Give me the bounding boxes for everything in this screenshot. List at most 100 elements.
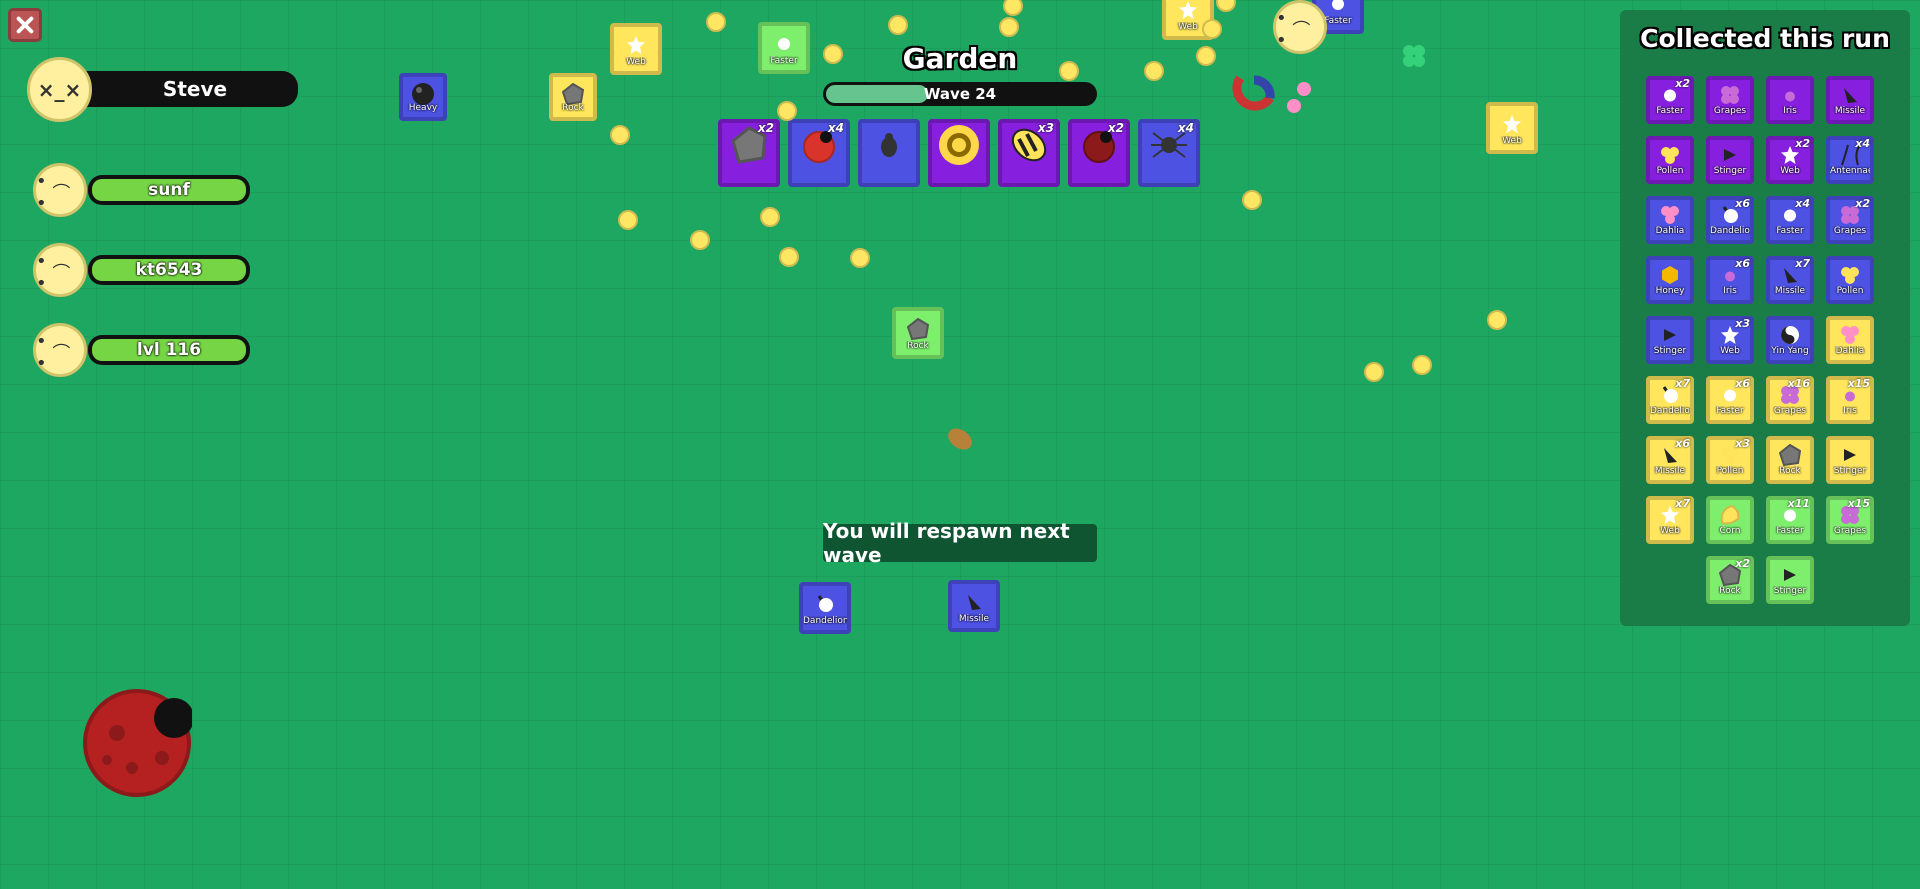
collected-item-missile[interactable]: Missile x7 <box>1766 256 1814 304</box>
collected-item-pollen[interactable]: Pollen <box>1646 136 1694 184</box>
exit-button[interactable] <box>8 8 42 42</box>
collected-item-label: Faster <box>1716 406 1744 416</box>
coin-drop <box>618 210 638 230</box>
collected-item-faster[interactable]: Faster x11 <box>1766 496 1814 544</box>
field-drop-rock[interactable]: Rock <box>549 73 597 121</box>
coin-drop <box>888 15 908 35</box>
collected-item-label: Dahlia <box>1655 226 1685 236</box>
wave-mob-rock: x2 <box>718 119 780 187</box>
collected-item-label: Iris <box>1783 106 1797 116</box>
collected-item-stinger[interactable]: Stinger <box>1826 436 1874 484</box>
stinger-icon <box>1662 327 1678 347</box>
collected-item-dandelion[interactable]: Dandelion x6 <box>1706 196 1754 244</box>
collected-item-label: Faster <box>1776 526 1804 536</box>
collected-item-iris[interactable]: Iris x6 <box>1706 256 1754 304</box>
field-drop-web[interactable]: Web <box>610 23 662 75</box>
collected-item-grapes[interactable]: Grapes <box>1706 76 1754 124</box>
collected-item-count: x6 <box>1735 197 1750 210</box>
collected-item-faster[interactable]: Faster x4 <box>1766 196 1814 244</box>
field-drop-rock[interactable]: Rock <box>892 307 944 359</box>
coin-drop <box>1216 0 1236 12</box>
collected-item-label: Yin Yang <box>1771 346 1809 356</box>
collected-item-dahlia[interactable]: Dahlia <box>1826 316 1874 364</box>
collected-item-label: Stinger <box>1653 346 1687 356</box>
iris-icon <box>1724 267 1736 286</box>
collected-item-label: Antennae <box>1830 166 1870 176</box>
collected-item-antennae[interactable]: Antennae x4 <box>1826 136 1874 184</box>
collected-item-faster[interactable]: Faster x2 <box>1646 76 1694 124</box>
teammate-flower: • ︵ • <box>1273 0 1327 54</box>
collected-item-web[interactable]: Web x7 <box>1646 496 1694 544</box>
collected-item-honey[interactable]: Honey <box>1646 256 1694 304</box>
collected-item-label: Pollen <box>1656 166 1684 176</box>
collected-item-label: Stinger <box>1833 466 1867 476</box>
sunflower-icon <box>937 123 981 171</box>
collected-item-label: Iris <box>1843 406 1857 416</box>
field-drop-heavy[interactable]: Heavy <box>399 73 447 121</box>
collected-item-pollen[interactable]: Pollen x3 <box>1706 436 1754 484</box>
squad-member-3-avatar: • ︵ • <box>33 323 87 377</box>
collected-item-count: x7 <box>1795 257 1810 270</box>
collected-item-label: Web <box>1780 166 1800 176</box>
collected-item-grapes[interactable]: Grapes x16 <box>1766 376 1814 424</box>
collected-item-iris[interactable]: Iris x15 <box>1826 376 1874 424</box>
coin-drop <box>1487 310 1507 330</box>
coin-drop <box>777 101 797 121</box>
squad-member-1-name: sunf <box>92 179 246 201</box>
wave-label: Wave 24 <box>923 85 997 103</box>
field-drop-dandelion[interactable]: Dandelion <box>799 582 851 634</box>
collected-item-rock[interactable]: Rock <box>1766 436 1814 484</box>
collected-item-dahlia[interactable]: Dahlia <box>1646 196 1694 244</box>
coin-drop <box>1144 61 1164 81</box>
web-icon <box>627 36 645 55</box>
ladybug-mob <box>83 689 192 797</box>
coin-drop <box>706 12 726 32</box>
collected-item-stinger[interactable]: Stinger <box>1706 136 1754 184</box>
squad-member-1-avatar: • ︵ • <box>33 163 87 217</box>
collected-item-grapes[interactable]: Grapes x2 <box>1826 196 1874 244</box>
collected-item-web[interactable]: Web x3 <box>1706 316 1754 364</box>
collected-item-stinger[interactable]: Stinger <box>1766 556 1814 604</box>
collected-item-count: x2 <box>1735 557 1750 570</box>
coin-drop <box>1242 190 1262 210</box>
collected-item-count: x11 <box>1787 497 1810 510</box>
coin-drop <box>690 230 710 250</box>
faster-icon <box>1663 87 1677 106</box>
collected-item-label: Rock <box>1719 586 1741 596</box>
collected-item-count: x7 <box>1675 497 1690 510</box>
missile-icon <box>968 595 981 611</box>
collected-item-yin-yang[interactable]: Yin Yang <box>1766 316 1814 364</box>
collected-item-faster[interactable]: Faster x6 <box>1706 376 1754 424</box>
field-drop-faster[interactable]: Faster <box>758 22 810 74</box>
field-drop-web[interactable]: Web <box>1486 102 1538 154</box>
web-icon <box>1179 1 1197 20</box>
collected-item-missile[interactable]: Missile <box>1826 76 1874 124</box>
collected-item-count: x7 <box>1675 377 1690 390</box>
collected-item-pollen[interactable]: Pollen <box>1826 256 1874 304</box>
collected-item-grapes[interactable]: Grapes x15 <box>1826 496 1874 544</box>
collected-item-iris[interactable]: Iris <box>1766 76 1814 124</box>
collected-item-stinger[interactable]: Stinger <box>1646 316 1694 364</box>
collected-item-rock[interactable]: Rock x2 <box>1706 556 1754 604</box>
collected-item-dandelion[interactable]: Dandelion x7 <box>1646 376 1694 424</box>
dandelion-icon <box>817 595 833 613</box>
collected-item-label: Web <box>1660 526 1680 536</box>
collected-item-label: Dahlia <box>1835 346 1865 356</box>
wave-mob-count: x2 <box>757 121 774 135</box>
stinger-icon <box>1782 567 1798 587</box>
collected-item-label: Stinger <box>1773 586 1807 596</box>
collected-item-missile[interactable]: Missile x6 <box>1646 436 1694 484</box>
collected-item-label: Grapes <box>1713 106 1747 116</box>
collected-item-label: Missile <box>1834 106 1866 116</box>
collected-item-corn[interactable]: Corn <box>1706 496 1754 544</box>
collected-item-count: x6 <box>1735 257 1750 270</box>
faster-icon <box>778 38 790 51</box>
iris-icon <box>1844 387 1856 406</box>
wave-progress-bar: Wave 24 <box>823 82 1097 106</box>
collected-item-count: x4 <box>1855 137 1870 150</box>
collected-item-web[interactable]: Web x2 <box>1766 136 1814 184</box>
field-drop-missile[interactable]: Missile <box>948 580 1000 632</box>
wave-mob-count: x4 <box>1177 121 1194 135</box>
wave-mob-dark-ladybug: x2 <box>1068 119 1130 187</box>
wave-mob-count: x2 <box>1107 121 1124 135</box>
